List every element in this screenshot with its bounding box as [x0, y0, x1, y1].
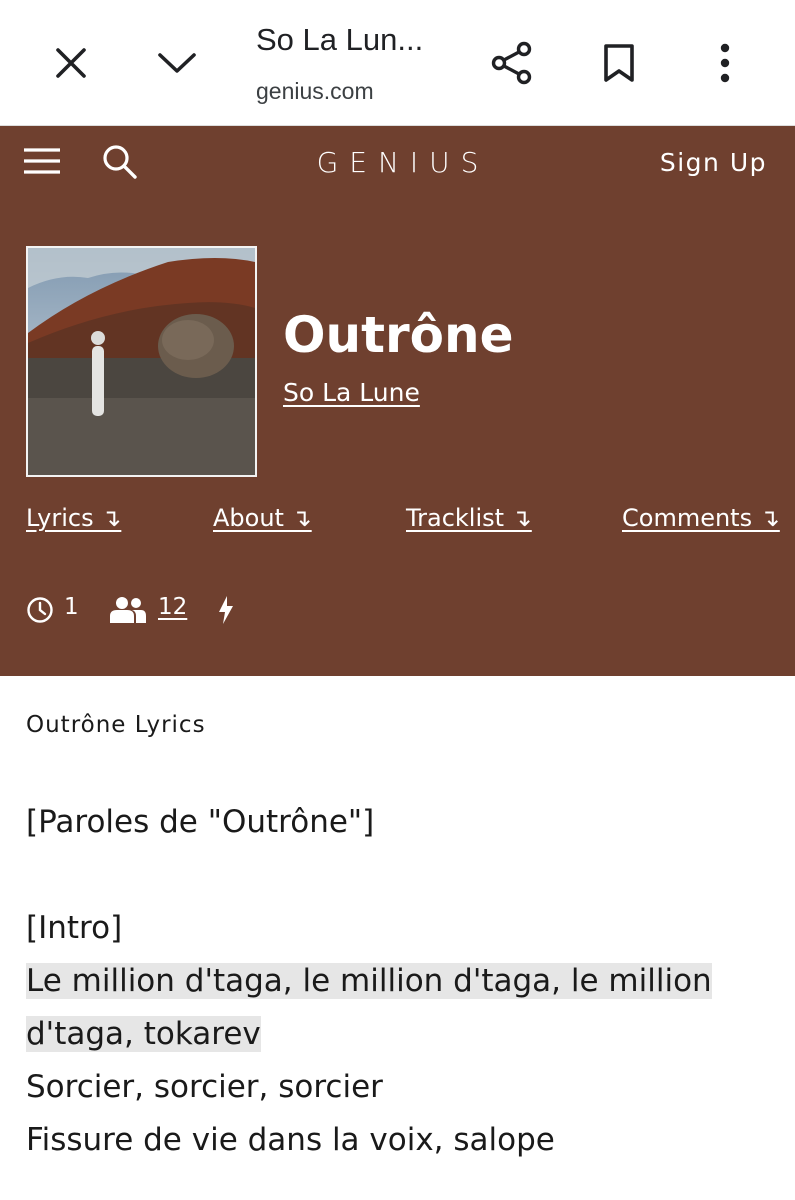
- tab-title[interactable]: So La Lun...: [256, 22, 423, 58]
- song-title: Outrône: [283, 306, 514, 364]
- nav-comments-link[interactable]: Comments ↴: [622, 504, 780, 532]
- lyrics-blank-line: [26, 849, 766, 902]
- chevron-down-icon[interactable]: [152, 38, 202, 88]
- lyrics-line: [Paroles de "Outrône"]: [26, 804, 375, 840]
- album-cover: [26, 246, 257, 477]
- browser-toolbar: So La Lun... genius.com: [0, 0, 795, 126]
- url-domain[interactable]: genius.com: [256, 78, 374, 105]
- artist-link[interactable]: So La Lune: [283, 378, 420, 407]
- nav-lyrics-link[interactable]: Lyrics ↴: [26, 504, 121, 532]
- lyrics-heading: Outrône Lyrics: [26, 712, 206, 738]
- lyrics-line: Fissure de vie dans la voix, salope: [26, 1122, 555, 1158]
- signup-link[interactable]: Sign Up: [660, 148, 767, 177]
- song-header: GENIUS Sign Up Outrône So La Lune Lyrics…: [0, 126, 795, 676]
- contributors-count[interactable]: 12: [158, 594, 187, 620]
- people-icon[interactable]: [108, 596, 148, 624]
- nav-tracklist-link[interactable]: Tracklist ↴: [406, 504, 532, 532]
- annotated-lyric[interactable]: Le million d'taga, le million d'taga, le…: [26, 963, 712, 1052]
- lyrics-body: [Paroles de "Outrône"] [Intro] Le millio…: [26, 796, 766, 1167]
- lyrics-line: Sorcier, sorcier, sorcier: [26, 1069, 383, 1105]
- nav-about-link[interactable]: About ↴: [213, 504, 312, 532]
- share-icon[interactable]: [487, 38, 537, 88]
- lyrics-line-highlighted[interactable]: Le million d'taga, le million d'taga, le…: [26, 955, 766, 1061]
- more-vertical-icon[interactable]: [700, 38, 750, 88]
- clock-icon: [26, 596, 54, 624]
- close-icon[interactable]: [46, 38, 96, 88]
- lyrics-line: [Intro]: [26, 910, 123, 946]
- bolt-icon: [216, 595, 236, 625]
- bookmark-icon[interactable]: [594, 38, 644, 88]
- pageviews-count: 1: [64, 594, 79, 620]
